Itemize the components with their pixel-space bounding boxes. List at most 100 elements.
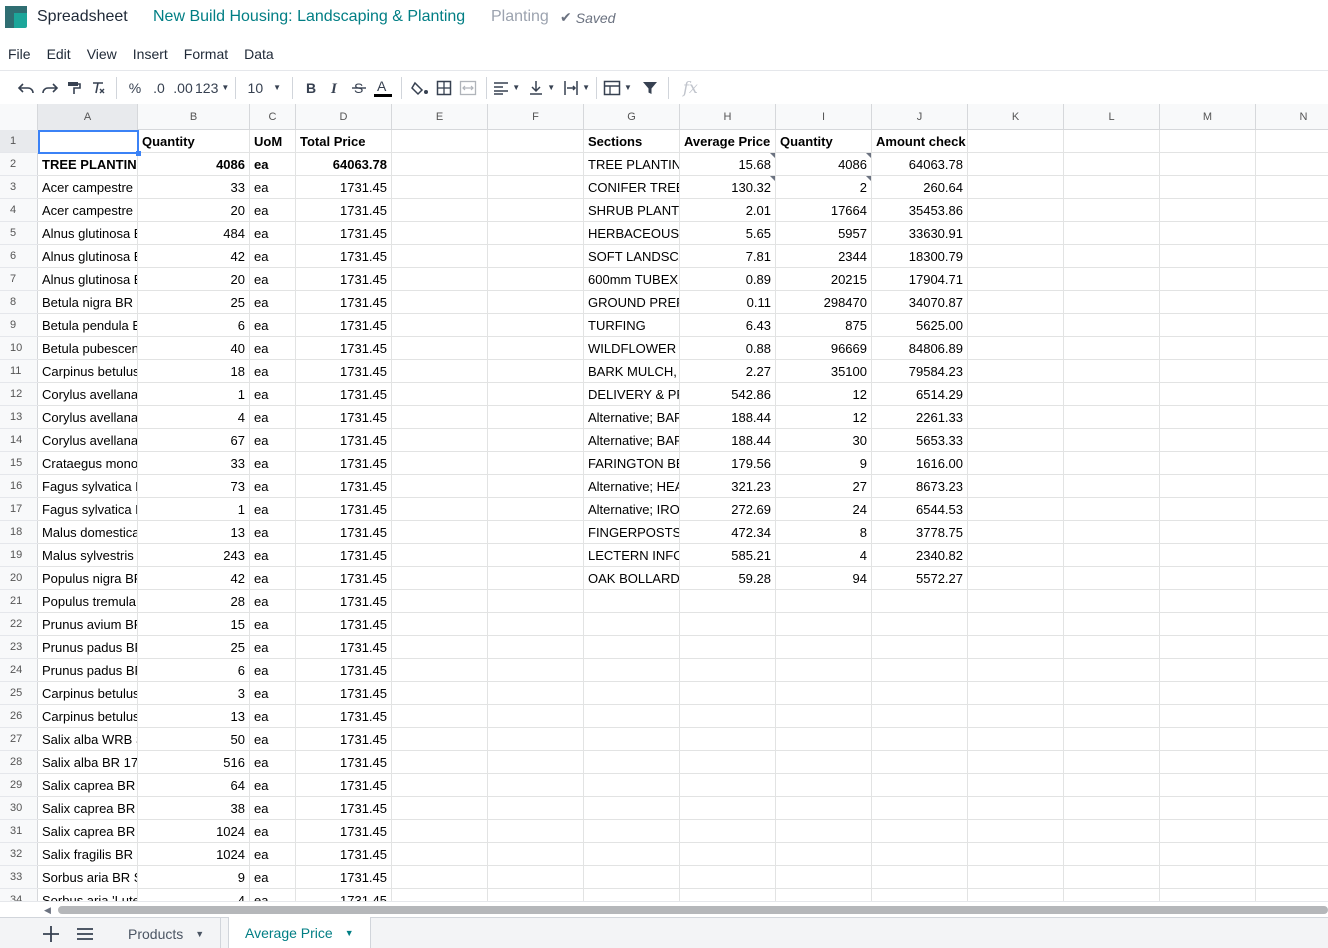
cell-e31[interactable] [392,820,488,843]
undo-icon[interactable] [14,76,38,100]
cell-c31[interactable]: ea [250,820,296,843]
cell-l1[interactable] [1064,130,1160,153]
cell-c23[interactable]: ea [250,636,296,659]
cell-i4[interactable]: 17664 [776,199,872,222]
cell-j3[interactable]: 260.64 [872,176,968,199]
cell-l18[interactable] [1064,521,1160,544]
cell-c32[interactable]: ea [250,843,296,866]
cell-b4[interactable]: 20 [138,199,250,222]
cell-m28[interactable] [1160,751,1256,774]
row-header[interactable]: 20 [0,567,38,590]
cell-l29[interactable] [1064,774,1160,797]
cell-j24[interactable] [872,659,968,682]
cell-e4[interactable] [392,199,488,222]
cell-m4[interactable] [1160,199,1256,222]
cell-e1[interactable] [392,130,488,153]
cell-f12[interactable] [488,383,584,406]
cell-d27[interactable]: 1731.45 [296,728,392,751]
cell-m9[interactable] [1160,314,1256,337]
cell-k25[interactable] [968,682,1064,705]
cell-b11[interactable]: 18 [138,360,250,383]
cell-l8[interactable] [1064,291,1160,314]
cell-b29[interactable]: 64 [138,774,250,797]
cell-i34[interactable] [776,889,872,901]
cell-c14[interactable]: ea [250,429,296,452]
cell-c25[interactable]: ea [250,682,296,705]
cell-i27[interactable] [776,728,872,751]
cell-n20[interactable] [1256,567,1328,590]
cell-h26[interactable] [680,705,776,728]
cell-h15[interactable]: 179.56 [680,452,776,475]
cell-h18[interactable]: 472.34 [680,521,776,544]
cell-b30[interactable]: 38 [138,797,250,820]
row-header[interactable]: 1 [0,130,38,153]
cell-j12[interactable]: 6514.29 [872,383,968,406]
column-header-j[interactable]: J [872,104,968,130]
cell-f31[interactable] [488,820,584,843]
cell-b27[interactable]: 50 [138,728,250,751]
cell-k31[interactable] [968,820,1064,843]
cell-b2[interactable]: 4086 [138,153,250,176]
cell-m26[interactable] [1160,705,1256,728]
cell-i6[interactable]: 2344 [776,245,872,268]
cell-m14[interactable] [1160,429,1256,452]
horizontal-align-dropdown[interactable]: ▼ [493,76,520,100]
cell-k2[interactable] [968,153,1064,176]
cell-b10[interactable]: 40 [138,337,250,360]
cell-n17[interactable] [1256,498,1328,521]
row-header[interactable]: 30 [0,797,38,820]
cell-f26[interactable] [488,705,584,728]
cell-d8[interactable]: 1731.45 [296,291,392,314]
cell-e18[interactable] [392,521,488,544]
cell-h19[interactable]: 585.21 [680,544,776,567]
cell-l25[interactable] [1064,682,1160,705]
cell-g13[interactable]: Alternative; BAF [584,406,680,429]
cell-m11[interactable] [1160,360,1256,383]
cell-n26[interactable] [1256,705,1328,728]
cell-g15[interactable]: FARINGTON BE [584,452,680,475]
cell-e24[interactable] [392,659,488,682]
cell-d12[interactable]: 1731.45 [296,383,392,406]
cell-c17[interactable]: ea [250,498,296,521]
cell-k33[interactable] [968,866,1064,889]
horizontal-scrollbar[interactable]: ◀ [0,901,1328,917]
column-header-d[interactable]: D [296,104,392,130]
cell-a9[interactable]: Betula pendula B [38,314,138,337]
cell-a1[interactable] [38,130,138,153]
cell-e23[interactable] [392,636,488,659]
cell-n14[interactable] [1256,429,1328,452]
cell-g28[interactable] [584,751,680,774]
menu-format[interactable]: Format [184,46,228,62]
cell-c8[interactable]: ea [250,291,296,314]
cell-m27[interactable] [1160,728,1256,751]
cell-g8[interactable]: GROUND PREP [584,291,680,314]
cell-c22[interactable]: ea [250,613,296,636]
cell-f22[interactable] [488,613,584,636]
cell-j32[interactable] [872,843,968,866]
cell-g25[interactable] [584,682,680,705]
cell-c9[interactable]: ea [250,314,296,337]
cell-e33[interactable] [392,866,488,889]
cell-h29[interactable] [680,774,776,797]
cell-n1[interactable] [1256,130,1328,153]
cell-f32[interactable] [488,843,584,866]
cell-j5[interactable]: 33630.91 [872,222,968,245]
cell-l3[interactable] [1064,176,1160,199]
cell-l24[interactable] [1064,659,1160,682]
cell-j20[interactable]: 5572.27 [872,567,968,590]
paint-format-icon[interactable] [62,76,86,100]
cell-a25[interactable]: Carpinus betulus [38,682,138,705]
cell-c30[interactable]: ea [250,797,296,820]
cell-i21[interactable] [776,590,872,613]
cell-g9[interactable]: TURFING [584,314,680,337]
cell-k9[interactable] [968,314,1064,337]
cell-g20[interactable]: OAK BOLLARD [584,567,680,590]
cell-c16[interactable]: ea [250,475,296,498]
cell-i22[interactable] [776,613,872,636]
cell-a22[interactable]: Prunus avium BF [38,613,138,636]
cell-l23[interactable] [1064,636,1160,659]
cell-i23[interactable] [776,636,872,659]
chevron-down-icon[interactable]: ▼ [195,929,204,939]
cell-a29[interactable]: Salix caprea BR [38,774,138,797]
cell-g33[interactable] [584,866,680,889]
